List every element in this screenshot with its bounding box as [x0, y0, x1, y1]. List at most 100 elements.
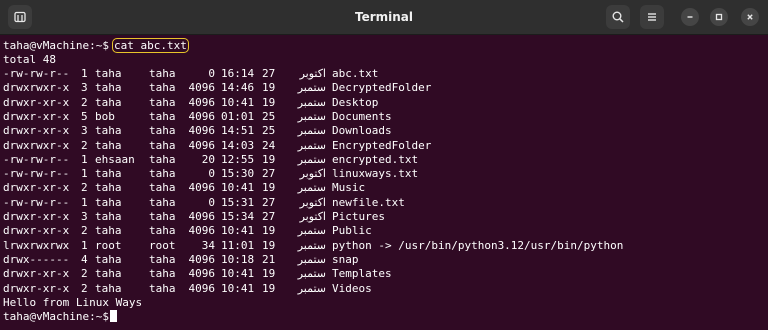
maximize-button[interactable]	[710, 8, 728, 26]
row-links: 3	[81, 124, 88, 138]
row-owner: taha	[95, 95, 122, 109]
row-owner: ehsaan	[95, 152, 135, 166]
row-links: 2	[81, 181, 88, 195]
row-name: encrypted.txt	[332, 152, 419, 166]
row-perms: drwxr-xr-x	[3, 124, 70, 138]
row-day: 19	[262, 281, 276, 295]
row-name: python -> /usr/bin/python3.12/usr/bin/py…	[332, 238, 624, 252]
row-time: 10:41	[221, 224, 255, 238]
row-group: taha	[149, 124, 176, 138]
row-month: ستمبر	[297, 81, 326, 95]
row-size: 4096	[188, 109, 216, 123]
row-perms: drwxrwxr-x	[3, 81, 70, 95]
prompt-line: taha@vMachine:~$	[3, 310, 117, 324]
row-time: 16:14	[221, 67, 255, 80]
row-owner: root	[95, 238, 122, 252]
row-time: 14:03	[221, 138, 255, 152]
listing-row: drwxr-xr-x 2 taha taha 4096 10:41 19 ستمبر Publi…	[3, 224, 763, 238]
listing-row: lrwxrwxrwx 1 root root 34 11:01 19 ستمبر python …	[3, 239, 763, 253]
row-name: abc.txt	[332, 67, 379, 80]
minimize-button[interactable]	[681, 8, 699, 26]
row-month: اکتوبر	[299, 67, 326, 80]
maximize-icon	[715, 13, 723, 21]
row-group: taha	[149, 152, 176, 166]
row-time: 15:31	[221, 195, 255, 209]
menu-button[interactable]	[640, 5, 664, 29]
row-size: 4096	[188, 124, 216, 138]
row-time: 14:46	[221, 81, 255, 95]
row-owner: taha	[95, 267, 122, 281]
listing-row: -rw-rw-r-- 1 ehsaan taha 20 12:55 19 ستمبر encry…	[3, 153, 763, 167]
row-owner: taha	[95, 67, 122, 80]
row-name: Documents	[332, 109, 392, 123]
row-size: 4096	[188, 224, 216, 238]
listing-row: drwxr-xr-x 2 taha taha 4096 10:41 19 ستمبر Templ…	[3, 267, 763, 281]
terminal-output[interactable]: taha@vMachine:~$ cat abc.txt total 48 -rw…	[0, 36, 768, 330]
row-name: EncryptedFolder	[332, 138, 432, 152]
row-group: taha	[149, 181, 176, 195]
row-group: taha	[149, 138, 176, 152]
row-day: 27	[262, 67, 276, 80]
output-line: Hello from Linux Ways	[3, 295, 143, 309]
row-name: newfile.txt	[332, 195, 405, 209]
row-name: Desktop	[332, 95, 379, 109]
minimize-icon	[687, 16, 693, 18]
row-perms: drwxr-xr-x	[3, 181, 70, 195]
row-size: 4096	[188, 81, 216, 95]
row-month: اکتوبر	[299, 195, 326, 209]
row-size: 4096	[188, 252, 216, 266]
terminal-window: Terminal taha@vMachine:~$ cat abc.txt to…	[0, 0, 768, 330]
row-time: 12:55	[221, 152, 255, 166]
row-group: taha	[149, 252, 176, 266]
row-name: DecryptedFolder	[332, 81, 432, 95]
row-day: 21	[262, 252, 276, 266]
row-time: 15:30	[221, 167, 255, 181]
row-day: 25	[262, 109, 276, 123]
row-day: 27	[262, 210, 276, 223]
listing-row: drwxr-xr-x 2 taha taha 4096 10:41 19 ستمبر Music	[3, 181, 763, 195]
search-button[interactable]	[606, 5, 630, 29]
row-owner: taha	[95, 138, 122, 152]
row-name: snap	[332, 252, 359, 266]
row-owner: taha	[95, 252, 122, 266]
prompt: taha@vMachine:~$	[3, 310, 109, 324]
row-day: 27	[262, 167, 276, 181]
row-month: اکتوبر	[299, 210, 326, 223]
row-day: 19	[262, 95, 276, 109]
row-month: ستمبر	[297, 181, 326, 195]
row-time: 15:34	[221, 210, 255, 223]
row-time: 11:01	[221, 238, 255, 252]
command-line: taha@vMachine:~$ cat abc.txt	[3, 38, 189, 53]
row-perms: drwxr-xr-x	[3, 210, 70, 223]
row-group: taha	[149, 95, 176, 109]
row-day: 19	[262, 81, 276, 95]
listing-row: drwxrwxr-x 2 taha taha 4096 14:03 24 ستمبر Encry…	[3, 139, 763, 153]
row-size: 4096	[188, 210, 216, 223]
close-button[interactable]	[741, 8, 759, 26]
row-group: root	[149, 238, 176, 252]
row-links: 1	[81, 67, 88, 80]
row-time: 10:18	[221, 252, 255, 266]
row-month: ستمبر	[297, 252, 326, 266]
row-links: 3	[81, 81, 88, 95]
row-perms: drwxr-xr-x	[3, 109, 70, 123]
row-owner: taha	[95, 181, 122, 195]
row-size: 4096	[188, 267, 216, 281]
row-perms: drwx------	[3, 252, 70, 266]
row-day: 19	[262, 181, 276, 195]
row-perms: lrwxrwxrwx	[3, 238, 70, 252]
row-group: taha	[149, 195, 176, 209]
row-size: 0	[208, 167, 215, 181]
listing-row: -rw-rw-r-- 1 taha taha 0 15:31 27 اکتوبر newfile…	[3, 196, 763, 210]
row-day: 19	[262, 152, 276, 166]
row-group: taha	[149, 81, 176, 95]
row-owner: taha	[95, 167, 122, 181]
row-name: Videos	[332, 281, 372, 295]
row-links: 2	[81, 224, 88, 238]
row-links: 1	[81, 167, 88, 181]
row-time: 10:41	[221, 267, 255, 281]
row-perms: -rw-rw-r--	[3, 67, 70, 80]
row-group: taha	[149, 109, 176, 123]
row-name: linuxways.txt	[332, 167, 419, 181]
row-month: ستمبر	[297, 152, 326, 166]
